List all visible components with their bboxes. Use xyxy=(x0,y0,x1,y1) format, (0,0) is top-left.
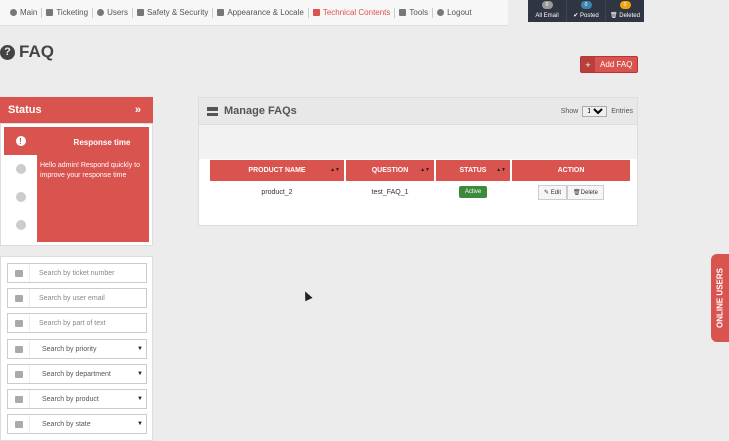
entries-select[interactable]: 10 xyxy=(582,106,608,117)
stat-label: All Email xyxy=(535,13,559,19)
exclamation-icon: ! xyxy=(15,136,26,146)
email-stats: 0 All Email 0 ✔ Posted 0 🗑 Deleted xyxy=(528,0,644,22)
stat-posted[interactable]: 0 ✔ Posted xyxy=(567,0,606,22)
tag-icon xyxy=(8,264,30,282)
sort-icon: ▲▼ xyxy=(330,167,340,173)
add-faq-button[interactable]: + Add FAQ xyxy=(580,56,638,73)
gear-icon xyxy=(15,220,26,230)
search-user-email-field[interactable]: Search by user email xyxy=(7,288,147,308)
status-header[interactable]: Status » xyxy=(0,97,153,123)
stat-deleted[interactable]: 0 🗑 Deleted xyxy=(606,0,644,22)
globe-icon xyxy=(8,415,30,433)
search-state-select[interactable]: Search by state ▼ xyxy=(7,414,147,434)
status-tab-settings[interactable] xyxy=(4,211,37,239)
delete-button[interactable]: 🗑Delete xyxy=(567,184,604,200)
plus-icon: + xyxy=(581,57,595,72)
users-icon xyxy=(97,9,105,16)
column-header-action: ACTION xyxy=(512,160,630,181)
graduation-cap-icon xyxy=(312,9,320,16)
stat-all-email[interactable]: 0 All Email xyxy=(528,0,567,22)
nav-main[interactable]: Main xyxy=(6,0,41,26)
status-cell: Active xyxy=(436,181,510,203)
tag-icon xyxy=(15,164,26,174)
file-icon xyxy=(8,314,30,332)
spinner-icon xyxy=(15,192,26,202)
status-text: Hello admin! Respond quickly to improve … xyxy=(40,162,140,179)
pencil-icon: ✎ xyxy=(543,189,550,196)
manage-faqs-panel: Manage FAQs Show 10 Entries PRODUCT NAME… xyxy=(198,97,638,226)
nav-safety-security[interactable]: Safety & Security xyxy=(133,0,212,26)
product-name-cell: product_2 xyxy=(210,181,344,203)
stat-label: 🗑 Deleted xyxy=(610,13,640,19)
search-priority-select[interactable]: Search by priority ▼ xyxy=(7,339,147,359)
nav-logout[interactable]: Logout xyxy=(433,0,475,26)
status-tab-tickets[interactable] xyxy=(4,155,37,183)
entries-control: Show 10 Entries xyxy=(561,106,633,117)
nav-ticketing[interactable]: Ticketing xyxy=(42,0,92,26)
tag-icon xyxy=(46,9,54,16)
status-content: Response time Hello admin! Respond quick… xyxy=(37,127,149,242)
lock-icon xyxy=(136,9,144,16)
search-part-of-text-field[interactable]: Search by part of text xyxy=(7,313,147,333)
column-header-question[interactable]: QUESTION ▲▼ xyxy=(346,160,434,181)
logout-icon xyxy=(437,9,445,16)
search-ticket-number-field[interactable]: Search by ticket number xyxy=(7,263,147,283)
column-header-status[interactable]: STATUS ▲▼ xyxy=(436,160,510,181)
caret-down-icon: ▼ xyxy=(137,421,143,427)
status-panel: ! Response time Hello admin! Respond qui… xyxy=(0,123,153,246)
mouse-cursor-icon xyxy=(301,289,313,302)
panel-spacer xyxy=(199,125,637,159)
nav-technical-contents[interactable]: Technical Contents xyxy=(309,0,395,26)
table-row: product_2 test_FAQ_1 Active ✎ Edit 🗑Delet… xyxy=(210,181,630,203)
edit-button[interactable]: ✎ Edit xyxy=(537,184,568,200)
nav-tools[interactable]: Tools xyxy=(395,0,432,26)
nav-users[interactable]: Users xyxy=(93,0,132,26)
top-navigation: Main Ticketing Users Safety & Security A… xyxy=(0,0,508,26)
wrench-icon xyxy=(399,9,407,16)
target-icon xyxy=(10,9,17,16)
status-tab-response-time[interactable]: ! xyxy=(4,127,37,155)
page-title: ? FAQ xyxy=(0,42,54,62)
search-panel: Search by ticket number Search by user e… xyxy=(0,256,153,441)
online-users-tab[interactable]: ONLINE USERS xyxy=(711,254,729,342)
search-product-select[interactable]: Search by product ▼ xyxy=(7,389,147,409)
faq-table: PRODUCT NAME ▲▼ QUESTION ▲▼ STATUS ▲▼ ACTIO… xyxy=(208,160,632,203)
action-cell: ✎ Edit 🗑Delete xyxy=(512,181,630,203)
nav-appearance-locale[interactable]: Appearance & Locale xyxy=(213,0,308,26)
caret-down-icon: ▼ xyxy=(137,346,143,352)
count-badge: 0 xyxy=(619,1,631,9)
stat-label: ✔ Posted xyxy=(573,13,599,19)
list-icon xyxy=(207,106,218,116)
sort-icon: ▲▼ xyxy=(420,167,430,173)
column-header-product-name[interactable]: PRODUCT NAME ▲▼ xyxy=(210,160,344,181)
brush-icon xyxy=(217,9,225,16)
sort-icon: ▲▼ xyxy=(496,167,506,173)
status-badge: Active xyxy=(458,186,488,198)
user-icon xyxy=(8,289,30,307)
count-badge: 0 xyxy=(541,1,553,9)
caret-down-icon: ▼ xyxy=(137,371,143,377)
manage-faqs-header: Manage FAQs Show 10 Entries xyxy=(199,98,637,125)
trash-icon: 🗑 xyxy=(573,189,581,196)
question-circle-icon: ? xyxy=(0,44,15,60)
caret-down-icon: ▼ xyxy=(137,396,143,402)
count-badge: 0 xyxy=(580,1,592,9)
status-title: Response time xyxy=(73,138,131,147)
question-cell: test_FAQ_1 xyxy=(346,181,434,203)
cube-icon xyxy=(8,390,30,408)
sitemap-icon xyxy=(8,365,30,383)
list-icon xyxy=(8,340,30,358)
status-tab-loading[interactable] xyxy=(4,183,37,211)
double-chevron-right-icon[interactable]: » xyxy=(135,104,141,116)
search-department-select[interactable]: Search by department ▼ xyxy=(7,364,147,384)
status-tabs: ! xyxy=(4,127,37,242)
